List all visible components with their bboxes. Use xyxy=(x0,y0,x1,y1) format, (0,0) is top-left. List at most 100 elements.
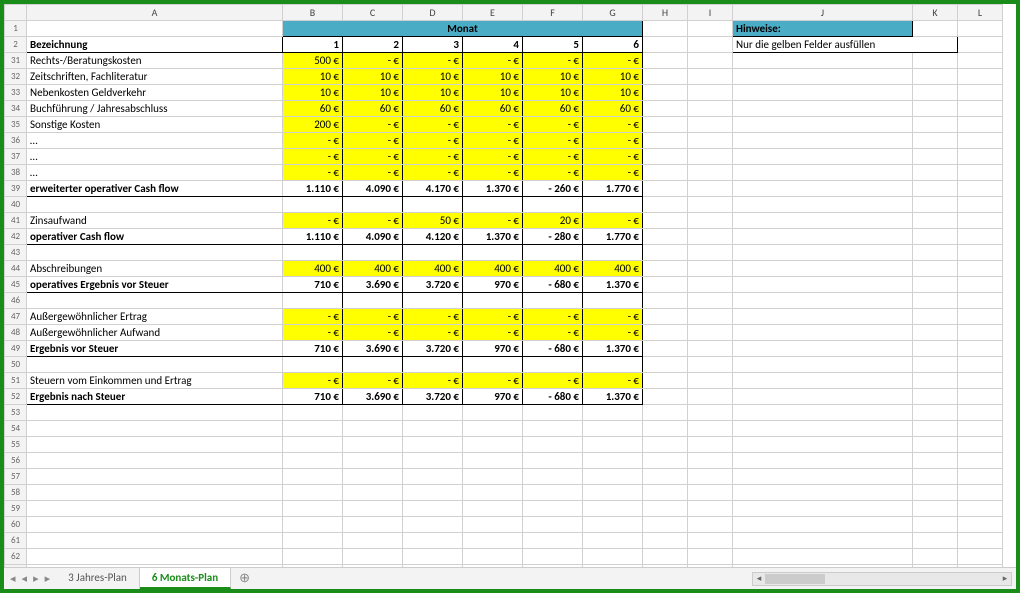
cell[interactable] xyxy=(958,293,1003,309)
row-header[interactable]: 42 xyxy=(5,229,27,245)
cell[interactable] xyxy=(733,277,913,293)
cell[interactable] xyxy=(733,101,913,117)
cell[interactable] xyxy=(733,533,913,549)
cell[interactable] xyxy=(913,341,958,357)
cell[interactable] xyxy=(688,341,733,357)
cell[interactable] xyxy=(343,549,403,565)
col-header[interactable]: C xyxy=(343,5,403,21)
total-cell[interactable]: 970 € xyxy=(463,341,523,357)
cell[interactable] xyxy=(643,501,688,517)
cell[interactable] xyxy=(913,453,958,469)
cell[interactable] xyxy=(27,453,283,469)
input-cell[interactable]: 400 € xyxy=(283,261,343,277)
input-cell[interactable]: - € xyxy=(523,309,583,325)
cell[interactable] xyxy=(958,389,1003,405)
cell[interactable] xyxy=(958,213,1003,229)
total-cell[interactable]: 3.720 € xyxy=(403,389,463,405)
cell[interactable] xyxy=(583,485,643,501)
cell[interactable] xyxy=(343,501,403,517)
input-cell[interactable]: 10 € xyxy=(523,85,583,101)
input-cell[interactable]: - € xyxy=(463,117,523,133)
cell[interactable] xyxy=(958,453,1003,469)
cell[interactable] xyxy=(913,517,958,533)
cell[interactable] xyxy=(733,453,913,469)
col-header[interactable]: G xyxy=(583,5,643,21)
cell[interactable] xyxy=(688,549,733,565)
cell[interactable] xyxy=(913,213,958,229)
cell[interactable] xyxy=(523,533,583,549)
cell[interactable] xyxy=(27,293,283,309)
cell[interactable] xyxy=(343,469,403,485)
input-cell[interactable]: - € xyxy=(283,309,343,325)
cell[interactable] xyxy=(403,533,463,549)
input-cell[interactable]: - € xyxy=(283,325,343,341)
cell[interactable] xyxy=(958,277,1003,293)
cell[interactable] xyxy=(733,213,913,229)
cell[interactable] xyxy=(523,501,583,517)
scroll-left-icon[interactable]: ◂ xyxy=(753,573,765,585)
cell[interactable] xyxy=(643,373,688,389)
cell[interactable] xyxy=(688,357,733,373)
cell[interactable] xyxy=(643,485,688,501)
cell[interactable] xyxy=(463,421,523,437)
input-cell[interactable]: - € xyxy=(583,53,643,69)
total-cell[interactable]: - 680 € xyxy=(523,277,583,293)
cell[interactable] xyxy=(733,133,913,149)
cell[interactable] xyxy=(643,53,688,69)
cell[interactable] xyxy=(733,325,913,341)
cell[interactable] xyxy=(688,197,733,213)
cell[interactable] xyxy=(913,101,958,117)
cell[interactable] xyxy=(583,469,643,485)
cell[interactable] xyxy=(403,517,463,533)
cell[interactable] xyxy=(913,117,958,133)
input-cell[interactable]: - € xyxy=(283,165,343,181)
cell[interactable] xyxy=(523,421,583,437)
cell[interactable] xyxy=(733,197,913,213)
input-cell[interactable]: - € xyxy=(523,53,583,69)
cell[interactable] xyxy=(733,245,913,261)
input-cell[interactable]: - € xyxy=(463,373,523,389)
cell[interactable] xyxy=(688,181,733,197)
sheet-tab[interactable]: 3 Jahres-Plan xyxy=(56,568,140,589)
cell[interactable] xyxy=(688,373,733,389)
total-cell[interactable]: 1.370 € xyxy=(583,277,643,293)
input-cell[interactable]: - € xyxy=(463,165,523,181)
cell[interactable] xyxy=(27,21,283,37)
cell[interactable] xyxy=(583,533,643,549)
cell[interactable] xyxy=(643,389,688,405)
cell[interactable] xyxy=(733,341,913,357)
row-label[interactable]: Außergewöhnlicher Aufwand xyxy=(27,325,283,341)
row-label[interactable]: Zeitschriften, Fachliteratur xyxy=(27,69,283,85)
cell[interactable] xyxy=(343,405,403,421)
scroll-right-icon[interactable]: ▸ xyxy=(999,573,1011,585)
total-cell[interactable]: 1.370 € xyxy=(463,181,523,197)
row-header[interactable]: 31 xyxy=(5,53,27,69)
input-cell[interactable]: 20 € xyxy=(523,213,583,229)
cell[interactable] xyxy=(283,405,343,421)
cell[interactable] xyxy=(523,469,583,485)
row-header[interactable]: 34 xyxy=(5,101,27,117)
cell[interactable] xyxy=(27,533,283,549)
cell[interactable] xyxy=(643,117,688,133)
cell[interactable] xyxy=(27,245,283,261)
input-cell[interactable]: - € xyxy=(283,373,343,389)
col-header[interactable]: E xyxy=(463,5,523,21)
input-cell[interactable]: - € xyxy=(343,325,403,341)
input-cell[interactable]: - € xyxy=(343,149,403,165)
input-cell[interactable]: 400 € xyxy=(463,261,523,277)
cell[interactable] xyxy=(958,357,1003,373)
input-cell[interactable]: 60 € xyxy=(283,101,343,117)
input-cell[interactable]: 400 € xyxy=(523,261,583,277)
cell[interactable] xyxy=(733,501,913,517)
input-cell[interactable]: 10 € xyxy=(583,85,643,101)
cell[interactable] xyxy=(643,165,688,181)
cell[interactable] xyxy=(27,357,283,373)
input-cell[interactable]: - € xyxy=(403,309,463,325)
total-cell[interactable]: 4.170 € xyxy=(403,181,463,197)
cell[interactable] xyxy=(283,501,343,517)
cell[interactable] xyxy=(913,325,958,341)
cell[interactable] xyxy=(688,21,733,37)
input-cell[interactable]: 400 € xyxy=(583,261,643,277)
cell[interactable] xyxy=(343,533,403,549)
input-cell[interactable]: - € xyxy=(583,165,643,181)
